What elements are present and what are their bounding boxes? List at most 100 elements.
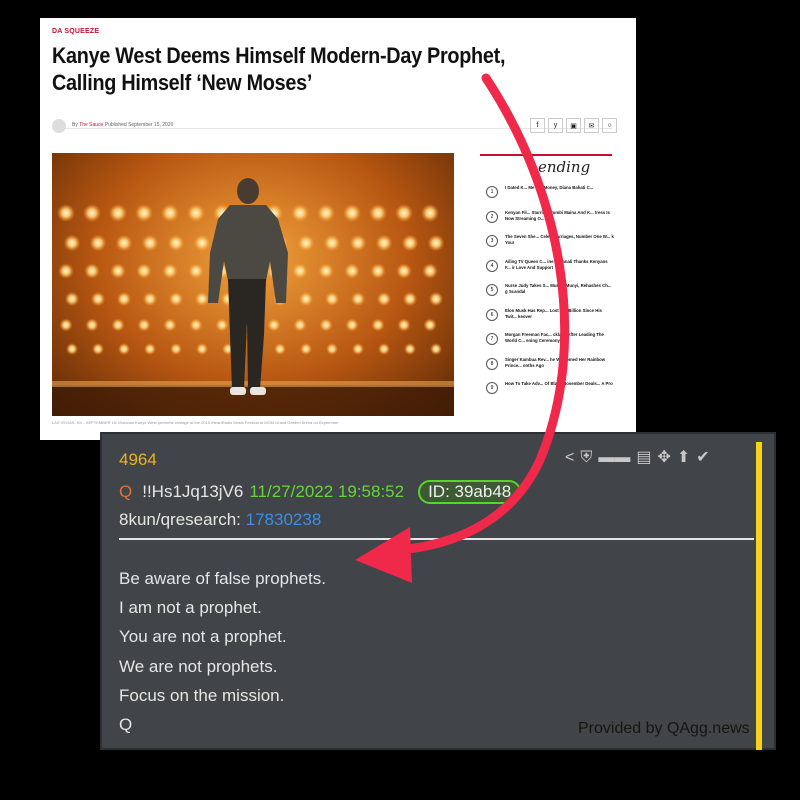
list-item[interactable]: 3 The Seven She... Celeb Marriages, Numbe… (486, 234, 614, 259)
stage-light (395, 204, 413, 222)
trending-link[interactable]: The Seven She... Celeb Marriages, Number… (505, 234, 614, 259)
stage-light (421, 204, 439, 222)
divider (52, 128, 612, 129)
trending-number: 1 (486, 186, 498, 198)
facebook-icon[interactable]: f (530, 118, 545, 133)
trending-title: ending (538, 158, 591, 176)
stage-light (404, 343, 416, 355)
trending-link[interactable]: Ailing TV Queen C... ine Kasanali Thanks… (505, 259, 614, 284)
stage-light (162, 263, 178, 279)
flipboard-icon[interactable]: ▣ (566, 118, 581, 133)
stage-light (57, 204, 75, 222)
share-icon[interactable]: < (565, 448, 574, 468)
stage-light (141, 234, 159, 252)
author-avatar (52, 119, 66, 133)
list-item[interactable]: 5 Nurse Judy Takes S... Murugi Munyi, Reh… (486, 283, 614, 308)
trending-link[interactable]: Morgan Freeman Fac... cklash After Leadi… (505, 332, 614, 357)
board-name: 8kun/qresearch: (119, 510, 241, 529)
stage-light (292, 263, 308, 279)
trending-link[interactable]: Nurse Judy Takes S... Murugi Munyi, Reha… (505, 283, 614, 308)
trending-number: 2 (486, 210, 498, 223)
article-screenshot: DA SQUEEZE Kanye West Deems Himself Mode… (40, 18, 636, 440)
stage-light (189, 318, 203, 332)
whatsapp-icon[interactable]: ○ (602, 118, 617, 133)
credit-text: Provided by QAgg.news (578, 720, 750, 737)
social-share-bar: f y ▣ ✉ ○ (530, 118, 617, 133)
stage-light (370, 263, 386, 279)
stage-light (267, 318, 281, 332)
trending-divider (480, 154, 612, 156)
trending-link[interactable]: I Dated K... Me For Money, Diana Bahati … (505, 185, 593, 210)
stage-light (300, 343, 312, 355)
stage-light (427, 234, 445, 252)
trending-link[interactable]: Kenyan Fil... Starring Mumbi Maina And K… (505, 210, 614, 235)
article-headline[interactable]: Kanye West Deems Himself Modern-Day Prop… (52, 42, 556, 96)
list-item[interactable]: 9 How To Take Adv... Of Black November De… (486, 381, 614, 406)
post-header: Q !!Hs1Jq13jV6 11/27/2022 19:58:52 ID: 3… (119, 480, 522, 504)
twitter-icon[interactable]: y (548, 118, 563, 133)
list-item[interactable]: 8 Singer Kambua Rev... he Welcomed Her Ra… (486, 357, 614, 382)
thread-link[interactable]: 17830238 (246, 510, 322, 529)
article-photo (52, 153, 454, 416)
stage-light (352, 343, 364, 355)
byline: By The Sauce Published September 15, 202… (72, 122, 173, 128)
move-icon[interactable]: ✥ (657, 448, 670, 468)
stage-light (137, 318, 151, 332)
stage-light (293, 318, 307, 332)
stage-light (371, 318, 385, 332)
stage-light (428, 291, 444, 307)
email-icon[interactable]: ✉ (584, 118, 599, 133)
stage-light (167, 234, 185, 252)
stage-light (110, 263, 126, 279)
stage-light (349, 234, 367, 252)
shield-icon[interactable]: ⛨ (580, 448, 592, 468)
stage-light (59, 318, 73, 332)
trending-link[interactable]: How To Take Adv... Of Black November Dea… (505, 381, 613, 406)
glasses-icon[interactable]: ▬▬ (598, 448, 630, 468)
stage-light (297, 234, 315, 252)
stage-light (170, 343, 182, 355)
stage-light (274, 343, 286, 355)
section-label[interactable]: DA SQUEEZE (52, 28, 99, 35)
post-number[interactable]: 4964 (119, 450, 157, 470)
list-item[interactable]: 7 Morgan Freeman Fac... cklash After Lead… (486, 332, 614, 357)
arrow-up-icon[interactable]: ⬆ (677, 448, 690, 468)
list-item[interactable]: 2 Kenyan Fil... Starring Mumbi Maina And … (486, 210, 614, 235)
stage-light (193, 234, 211, 252)
message-line: Be aware of false prophets. (119, 569, 326, 588)
stage-light (161, 204, 179, 222)
post-datetime: 11/27/2022 19:58:52 (249, 482, 405, 501)
stage-light (350, 291, 366, 307)
side-accent-bar (756, 442, 762, 750)
list-item[interactable]: 4 Ailing TV Queen C... ine Kasanali Thank… (486, 259, 614, 284)
stage-light (298, 291, 314, 307)
stage-light (135, 204, 153, 222)
stage-light (90, 291, 106, 307)
stage-light (63, 234, 81, 252)
list-item[interactable]: 1 I Dated K... Me For Money, Diana Bahati… (486, 185, 614, 210)
author-link[interactable]: The Sauce (79, 122, 103, 128)
stage-light (344, 263, 360, 279)
publish-date: Published September 15, 2020 (104, 122, 174, 128)
trending-number: 6 (486, 308, 498, 321)
stage-light (401, 234, 419, 252)
trending-link[interactable]: Singer Kambua Rev... he Welcomed Her Rai… (505, 357, 614, 382)
stage-lights-illustration (52, 178, 454, 416)
stage-light (396, 263, 412, 279)
stage-light (324, 291, 340, 307)
message-line: Focus on the mission. (119, 685, 285, 705)
stage-light (92, 343, 104, 355)
stage-light (84, 263, 100, 279)
document-icon[interactable]: ▤ (636, 448, 651, 468)
stage-light (163, 318, 177, 332)
trending-link[interactable]: Elon Musk Has Rep... Lost $92 Billion Si… (505, 308, 614, 333)
list-item[interactable]: 6 Elon Musk Has Rep... Lost $92 Billion S… (486, 308, 614, 333)
trending-number: 4 (486, 259, 498, 272)
stage-light (168, 291, 184, 307)
trending-number: 8 (486, 357, 498, 370)
check-icon[interactable]: ✔ (696, 448, 709, 468)
message-line: We are not prophets. (119, 656, 278, 676)
stage-light (326, 343, 338, 355)
trending-number: 5 (486, 284, 498, 296)
stage-light (423, 318, 437, 332)
